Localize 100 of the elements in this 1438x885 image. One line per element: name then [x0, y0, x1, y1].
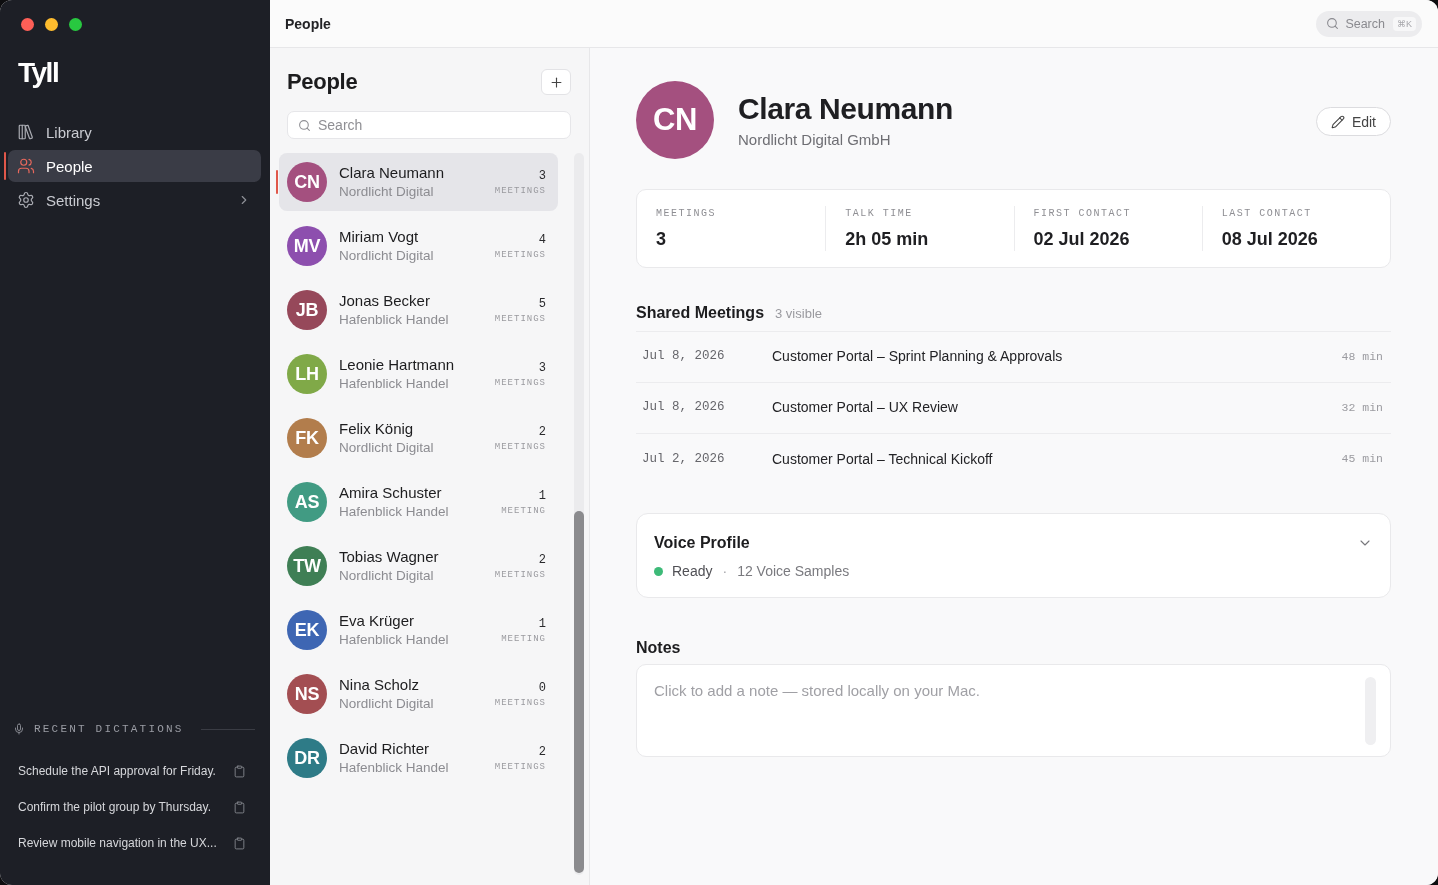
selection-marker	[276, 170, 278, 194]
person-row[interactable]: EK Eva Krüger Hafenblick Handel 1 MEETING	[279, 601, 558, 659]
meeting-count-label: MEETINGS	[494, 697, 546, 709]
meeting-duration: 45 min	[1341, 452, 1383, 465]
person-row[interactable]: FK Felix König Nordlicht Digital 2 MEETINGS	[279, 409, 558, 467]
person-row[interactable]: TW Tobias Wagner Nordlicht Digital 2 MEETINGS	[279, 537, 558, 595]
logo: Tyll	[18, 57, 59, 89]
stat-value: 3	[656, 227, 667, 250]
person-name: Clara Neumann	[339, 163, 446, 182]
dictation-text: Confirm the pilot group by Thursday.	[18, 800, 212, 814]
minimize-button[interactable]	[45, 18, 58, 31]
stat-value: 02 Jul 2026	[1033, 227, 1131, 250]
company-name: Hafenblick Handel	[339, 375, 450, 393]
card-title: Voice Profile	[654, 533, 750, 553]
edit-button[interactable]: Edit	[1315, 107, 1391, 136]
meeting-count-label: MEETINGS	[494, 313, 546, 325]
search-icon	[298, 119, 311, 132]
separator-dot: ·	[722, 563, 728, 579]
selection-marker	[4, 152, 6, 180]
plus-icon	[548, 74, 564, 90]
meeting-count-label: MEETING	[501, 633, 546, 645]
panel-title: People	[287, 68, 358, 96]
avatar: FK	[287, 418, 327, 458]
company-name: Nordlicht Digital	[339, 439, 435, 457]
voice-profile-card[interactable]: Voice Profile Ready · 12 Voice Samples	[636, 513, 1391, 598]
copy-icon[interactable]	[233, 836, 246, 850]
stat-label: MEETINGS	[656, 207, 717, 220]
company-name: Hafenblick Handel	[339, 311, 450, 329]
section-title: Shared Meetings	[636, 303, 765, 323]
meeting-count: 3	[538, 169, 546, 183]
pencil-icon	[1330, 114, 1345, 129]
meeting-count: 1	[538, 489, 546, 503]
add-button[interactable]	[541, 69, 571, 95]
meeting-count-label: MEETINGS	[494, 185, 546, 197]
avatar: DR	[287, 738, 327, 778]
meeting-row[interactable]: Jul 8, 2026 Customer Portal – UX Review 32 min	[636, 383, 1391, 434]
sidebar-item[interactable]: Library	[8, 116, 261, 148]
person-name: Jonas Becker	[339, 291, 431, 310]
person-name: Eva Krüger	[339, 611, 416, 630]
scrollbar-thumb[interactable]	[574, 511, 584, 873]
avatar: CN	[287, 162, 327, 202]
samples-count: 12 Voice Samples	[737, 563, 850, 579]
stat-value: 2h 05 min	[845, 227, 930, 250]
close-button[interactable]	[21, 18, 34, 31]
status-dot	[654, 566, 663, 576]
meeting-count-label: MEETINGS	[494, 761, 546, 773]
company-name: Hafenblick Handel	[339, 503, 450, 521]
meeting-count-label: MEETINGS	[494, 249, 546, 261]
meeting-duration: 48 min	[1341, 349, 1383, 363]
sidebar-item[interactable]: People	[8, 150, 261, 182]
person-row[interactable]: JB Jonas Becker Hafenblick Handel 5 MEETINGS	[279, 281, 558, 339]
meeting-title: Customer Portal – UX Review	[772, 399, 959, 415]
person-row[interactable]: AS Amira Schuster Hafenblick Handel 1 MEETING	[279, 473, 558, 531]
section-count: 3 visible	[775, 306, 822, 321]
person-name: David Richter	[339, 739, 431, 758]
settings-icon	[17, 191, 35, 209]
person-row[interactable]: CN Clara Neumann Nordlicht Digital 3 MEETINGS	[279, 153, 558, 211]
meeting-count-label: MEETINGS	[494, 377, 546, 389]
avatar: NS	[287, 674, 327, 714]
stat-label: LAST CONTACT	[1221, 207, 1313, 220]
meeting-count-label: MEETINGS	[494, 569, 546, 581]
scrollbar-track[interactable]	[574, 153, 584, 875]
stat-value: 08 Jul 2026	[1221, 227, 1319, 250]
person-name: Clara Neumann	[738, 91, 953, 127]
meeting-count: 2	[538, 553, 546, 567]
company-name: Nordlicht Digital	[339, 247, 435, 265]
notes-field[interactable]: Click to add a note — stored locally on your Mac.	[636, 664, 1391, 757]
meeting-duration: 32 min	[1341, 400, 1383, 414]
meeting-count: 0	[538, 681, 546, 695]
person-row[interactable]: NS Nina Scholz Nordlicht Digital 0 MEETINGS	[279, 665, 558, 723]
shortcut-key: ⌘K	[1393, 16, 1416, 31]
company-name: Hafenblick Handel	[339, 759, 450, 777]
sidebar-item[interactable]: Settings	[8, 184, 261, 216]
meeting-count: 3	[538, 361, 546, 375]
meeting-title: Customer Portal – Technical Kickoff	[772, 450, 994, 467]
people-icon	[17, 157, 35, 175]
avatar: CN	[636, 81, 714, 159]
meeting-count: 2	[538, 745, 546, 759]
meeting-date: Jul 8, 2026	[642, 400, 726, 414]
search-field[interactable]: Search	[287, 111, 571, 139]
company-name: Nordlicht Digital	[339, 567, 435, 585]
stat-label: FIRST CONTACT	[1033, 207, 1132, 220]
search-icon	[1326, 17, 1340, 30]
meeting-row[interactable]: Jul 2, 2026 Customer Portal – Technical Kickoff 45 min	[636, 434, 1391, 485]
person-row[interactable]: MV Miriam Vogt Nordlicht Digital 4 MEETINGS	[279, 217, 558, 275]
section-title: Notes	[636, 638, 682, 658]
avatar: EK	[287, 610, 327, 650]
copy-icon[interactable]	[233, 764, 246, 778]
stat-label: TALK TIME	[845, 207, 914, 220]
avatar: TW	[287, 546, 327, 586]
person-name: Nina Scholz	[339, 675, 421, 694]
person-name: Miriam Vogt	[339, 227, 420, 246]
meeting-row[interactable]: Jul 8, 2026 Customer Portal – Sprint Planning & Approvals 48 min	[636, 332, 1391, 383]
status-text: Ready	[672, 563, 713, 579]
person-row[interactable]: DR David Richter Hafenblick Handel 2 MEETINGS	[279, 729, 558, 787]
company-name: Hafenblick Handel	[339, 631, 450, 649]
zoom-button[interactable]	[69, 18, 82, 31]
meeting-count: 5	[538, 297, 546, 311]
person-row[interactable]: LH Leonie Hartmann Hafenblick Handel 3 MEETINGS	[279, 345, 558, 403]
copy-icon[interactable]	[233, 800, 246, 814]
